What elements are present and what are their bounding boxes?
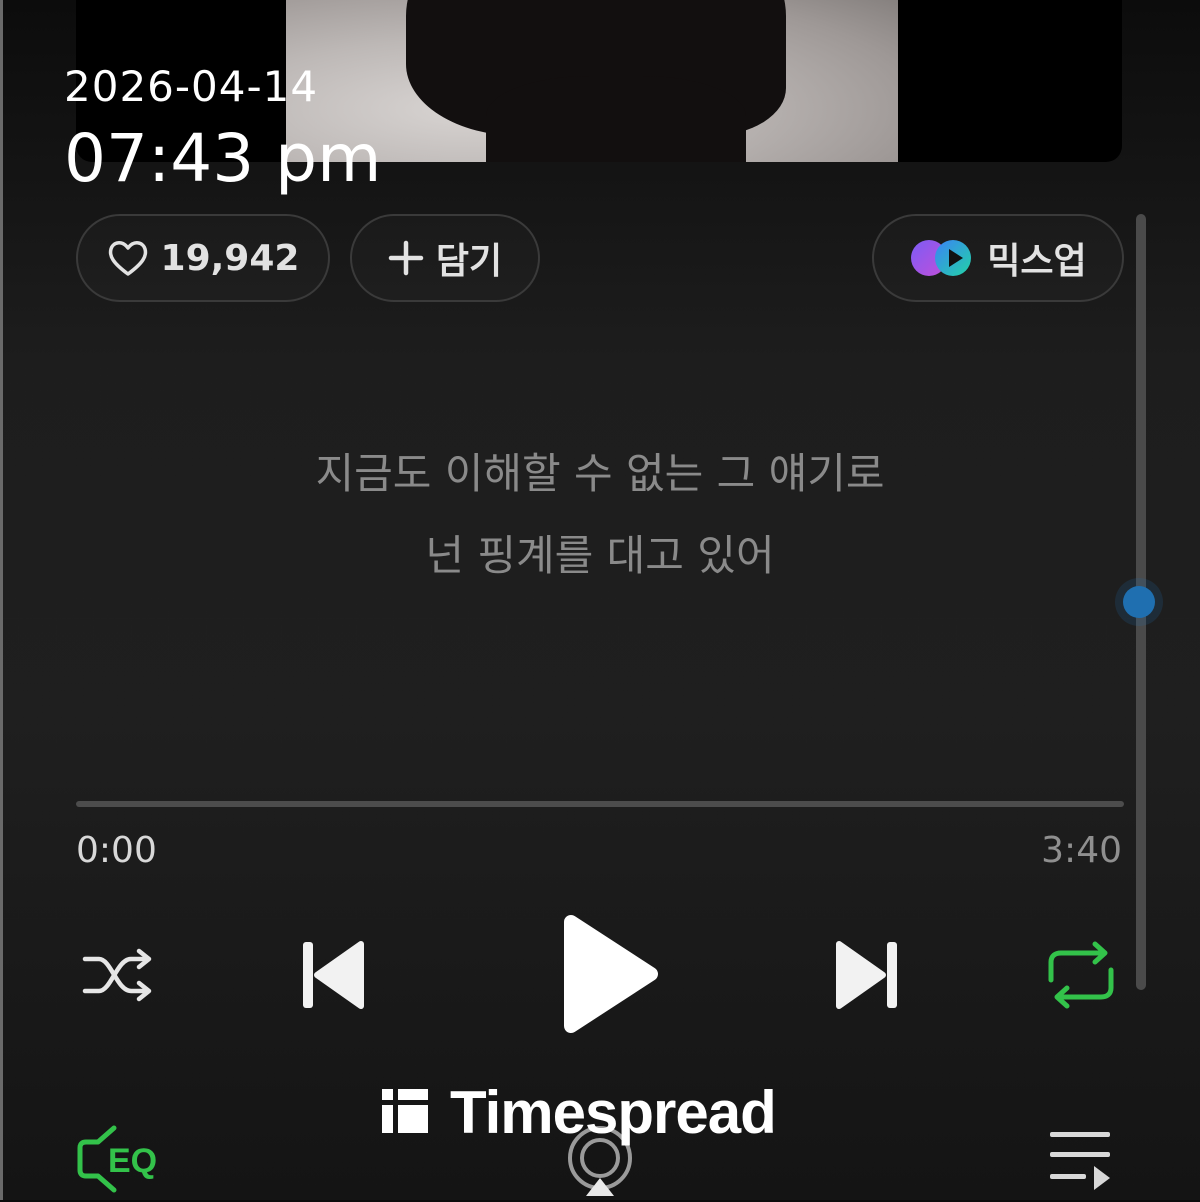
mixup-label: 믹스업 [987,241,1087,282]
play-icon [557,912,661,1040]
like-count: 19,942 [160,237,300,279]
current-time: 0:00 [76,830,157,871]
mixup-button[interactable]: 믹스업 [872,214,1124,302]
eq-icon: EQ [74,1122,170,1198]
add-to-playlist-button[interactable]: 담기 [350,214,540,302]
previous-icon [299,938,367,1016]
shuffle-button[interactable] [80,945,156,1009]
album-figure-shoulders [486,76,746,162]
watermark: Timespread [380,1078,777,1147]
next-button[interactable] [832,940,902,1014]
lyric-line[interactable]: 넌 핑계를 대고 있어 [0,522,1200,583]
watermark-text: Timespread [450,1079,777,1146]
like-button[interactable]: 19,942 [76,214,330,302]
total-time: 3:40 [1041,830,1122,871]
eq-button[interactable]: EQ [72,1124,172,1196]
playlist-icon [1046,1128,1114,1198]
svg-text:EQ: EQ [108,1142,157,1180]
timestamp-date: 2026-04-14 [64,62,319,111]
repeat-icon [1043,940,1119,1014]
play-button[interactable] [556,914,662,1038]
next-icon [833,938,901,1016]
timespread-logo-icon [380,1087,430,1139]
lyric-line[interactable]: 지금도 이해할 수 없는 그 얘기로 [0,440,1200,501]
repeat-button[interactable] [1042,940,1120,1014]
heart-icon [107,239,149,277]
playlist-button[interactable] [1046,1130,1114,1196]
timestamp-time: 07:43 pm [64,120,382,197]
add-label: 담기 [435,241,503,282]
progress-bar[interactable] [76,801,1124,807]
plus-icon [388,240,424,276]
screen-edge [0,0,3,1200]
previous-button[interactable] [298,940,368,1014]
scrollbar-thumb[interactable] [1123,586,1155,618]
shuffle-icon [81,945,155,1009]
mixup-logo-icon [909,238,975,278]
